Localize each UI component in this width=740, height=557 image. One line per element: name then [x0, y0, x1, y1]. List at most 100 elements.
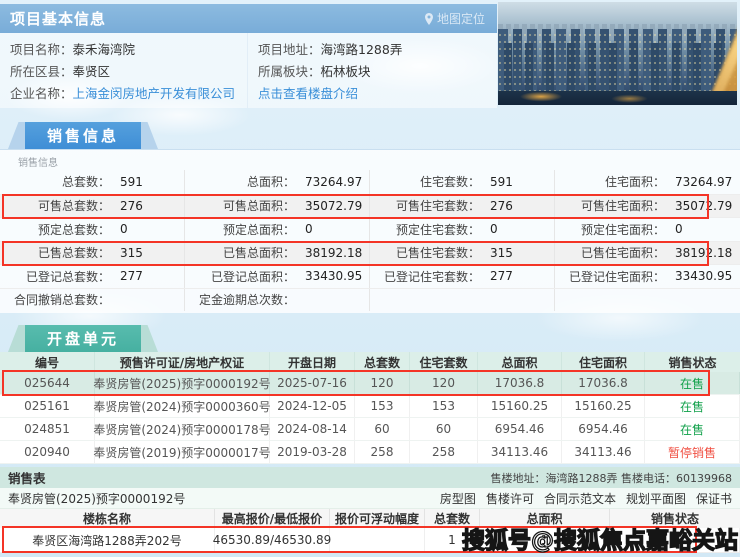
- cell-total-area: 34113.46: [478, 441, 562, 463]
- field-value: 591: [490, 175, 513, 189]
- field-label: 可售总面积：: [185, 197, 295, 214]
- tab-opening-units-label: 开盘单元: [25, 325, 141, 352]
- status-badge: 暂停销售: [645, 441, 740, 463]
- field-value: 38192.18: [675, 246, 732, 260]
- cell-total-area: 6954.46: [478, 418, 562, 440]
- field-label: 预定总面积：: [185, 221, 295, 238]
- cell-unit-id: 024851: [0, 418, 95, 440]
- field-label: 预定住宅套数：: [370, 221, 480, 238]
- cell-total-area: 17036.8: [478, 372, 562, 394]
- field-value: 276: [120, 199, 143, 213]
- field-value: 315: [490, 246, 513, 260]
- district-label: 所在区县：: [10, 64, 73, 79]
- cell-total-units: 258: [355, 441, 410, 463]
- status-badge: 在售: [645, 395, 740, 417]
- status-badge: 在售: [645, 372, 740, 394]
- page: 项目基本信息 地图定位 项目名称： 泰禾海湾院 所在区县： 奉贤区 企业名称： …: [0, 0, 740, 557]
- cell-residential-area: 34113.46: [562, 441, 645, 463]
- table-row: 可售总套数：276 可售总面积：35072.79 可售住宅套数：276 可售住宅…: [0, 194, 740, 218]
- column-header: 预售许可证/房地产权证: [95, 352, 270, 372]
- cell-unit-id: 025644: [0, 372, 95, 394]
- field-label: 住宅套数：: [370, 173, 480, 190]
- column-header: 住宅套数: [410, 352, 478, 372]
- address-label: 项目地址：: [258, 42, 321, 57]
- field-label: 已售住宅套数：: [370, 244, 480, 261]
- field-value: 591: [120, 175, 143, 189]
- column-header: 最高报价/最低报价: [215, 509, 330, 528]
- company-link[interactable]: 上海金闵房地产开发有限公司: [73, 86, 236, 101]
- cell-price-range: 46530.89/46530.89: [215, 528, 330, 552]
- view-intro-link[interactable]: 点击查看楼盘介绍: [258, 86, 358, 101]
- column-header: 开盘日期: [270, 352, 355, 372]
- cell-building-name: 奉贤区海湾路1288弄202号: [0, 528, 215, 552]
- field-label: 已登记总套数：: [0, 268, 110, 285]
- cell-float-range: [330, 528, 425, 552]
- intro-field: 点击查看楼盘介绍: [258, 86, 496, 101]
- sales-info-grid: 总套数：591 总面积：73264.97 住宅套数：591 住宅面积：73264…: [0, 170, 740, 311]
- cell-residential-units: 60: [410, 418, 478, 440]
- map-locate-label: 地图定位: [437, 10, 485, 27]
- project-photo: [498, 2, 737, 105]
- cell-open-date: 2024-08-14: [270, 418, 355, 440]
- address-field: 项目地址： 海湾路1288弄: [258, 42, 496, 57]
- company-label: 企业名称：: [10, 86, 73, 101]
- block-value: 柘林板块: [321, 64, 371, 79]
- field-value: 33430.95: [305, 269, 362, 283]
- tab-sales-info[interactable]: 销售信息: [8, 122, 158, 149]
- permit-number: 奉贤房管(2025)预字0000192号: [8, 490, 185, 507]
- district-field: 所在区县： 奉贤区: [10, 64, 247, 79]
- status-badge: 在售: [645, 418, 740, 440]
- column-header: 编号: [0, 352, 95, 372]
- field-label: 已售住宅面积：: [555, 244, 665, 261]
- cell-residential-units: 258: [410, 441, 478, 463]
- field-label: 已登记住宅套数：: [370, 268, 480, 285]
- table-row: 020940 奉贤房管(2019)预字0000017号 2019-03-28 2…: [0, 441, 740, 464]
- project-name-value: 泰禾海湾院: [73, 42, 136, 57]
- contract-sample-link[interactable]: 合同示范文本: [544, 490, 616, 507]
- cell-residential-area: 6954.46: [562, 418, 645, 440]
- doc-links: 房型图 售楼许可 合同示范文本 规划平面图 保证书: [440, 490, 732, 507]
- table-row: 025161 奉贤房管(2024)预字0000360号 2024-12-05 1…: [0, 395, 740, 418]
- opening-units-header-row: 编号 预售许可证/房地产权证 开盘日期 总套数 住宅套数 总面积 住宅面积 销售…: [0, 352, 740, 372]
- column-header: 报价可浮动幅度: [330, 509, 425, 528]
- field-label: 总面积：: [185, 173, 295, 190]
- floorplan-link[interactable]: 房型图: [440, 490, 476, 507]
- table-row: 总套数：591 总面积：73264.97 住宅套数：591 住宅面积：73264…: [0, 170, 740, 194]
- sales-sheet-title: 销售表: [8, 468, 46, 487]
- sales-permit-link[interactable]: 售楼许可: [486, 490, 534, 507]
- table-row: 已登记总套数：277 已登记总面积：33430.95 已登记住宅套数：277 已…: [0, 264, 740, 288]
- sales-info-sublabel: 销售信息: [18, 154, 58, 169]
- field-label: 总套数：: [0, 173, 110, 190]
- column-header: 总面积: [478, 352, 562, 372]
- table-row: 合同撤销总套数： 定金逾期总次数：: [0, 288, 740, 312]
- planning-plan-link[interactable]: 规划平面图: [626, 490, 686, 507]
- table-row: 已售总套数：315 已售总面积：38192.18 已售住宅套数：315 已售住宅…: [0, 241, 740, 265]
- cell-unit-id: 020940: [0, 441, 95, 463]
- cell-residential-area: 17036.8: [562, 372, 645, 394]
- field-value: 315: [120, 246, 143, 260]
- block-field: 所属板块： 柘林板块: [258, 64, 496, 79]
- tab-opening-units[interactable]: 开盘单元: [8, 325, 158, 352]
- table-row: 024851 奉贤房管(2024)预字0000178号 2024-08-14 6…: [0, 418, 740, 441]
- sales-office-contact: 售楼地址：海湾路1288弄 售楼电话：60139968: [491, 470, 732, 486]
- tab-sales-info-label: 销售信息: [25, 122, 141, 149]
- page-title: 项目基本信息: [10, 8, 106, 29]
- field-value: 38192.18: [305, 246, 362, 260]
- column-header: 住宅面积: [562, 352, 645, 372]
- field-label: 定金逾期总次数：: [185, 291, 295, 308]
- field-value: 277: [490, 269, 513, 283]
- table-row: 025644 奉贤房管(2025)预字0000192号 2025-07-16 1…: [0, 372, 740, 395]
- cell-total-area: 15160.25: [478, 395, 562, 417]
- guarantee-link[interactable]: 保证书: [696, 490, 732, 507]
- map-locate-link[interactable]: 地图定位: [424, 4, 485, 33]
- district-value: 奉贤区: [73, 64, 111, 79]
- cell-unit-id: 025161: [0, 395, 95, 417]
- field-value: 73264.97: [305, 175, 362, 189]
- cell-total-units: 153: [355, 395, 410, 417]
- address-value: 海湾路1288弄: [321, 42, 403, 57]
- basic-info-header: 项目基本信息 地图定位: [0, 4, 497, 33]
- field-value: 0: [120, 222, 128, 236]
- field-label: 已售总套数：: [0, 244, 110, 261]
- field-label: 合同撤销总套数：: [0, 291, 110, 308]
- cell-permit: 奉贤房管(2019)预字0000017号: [95, 441, 270, 463]
